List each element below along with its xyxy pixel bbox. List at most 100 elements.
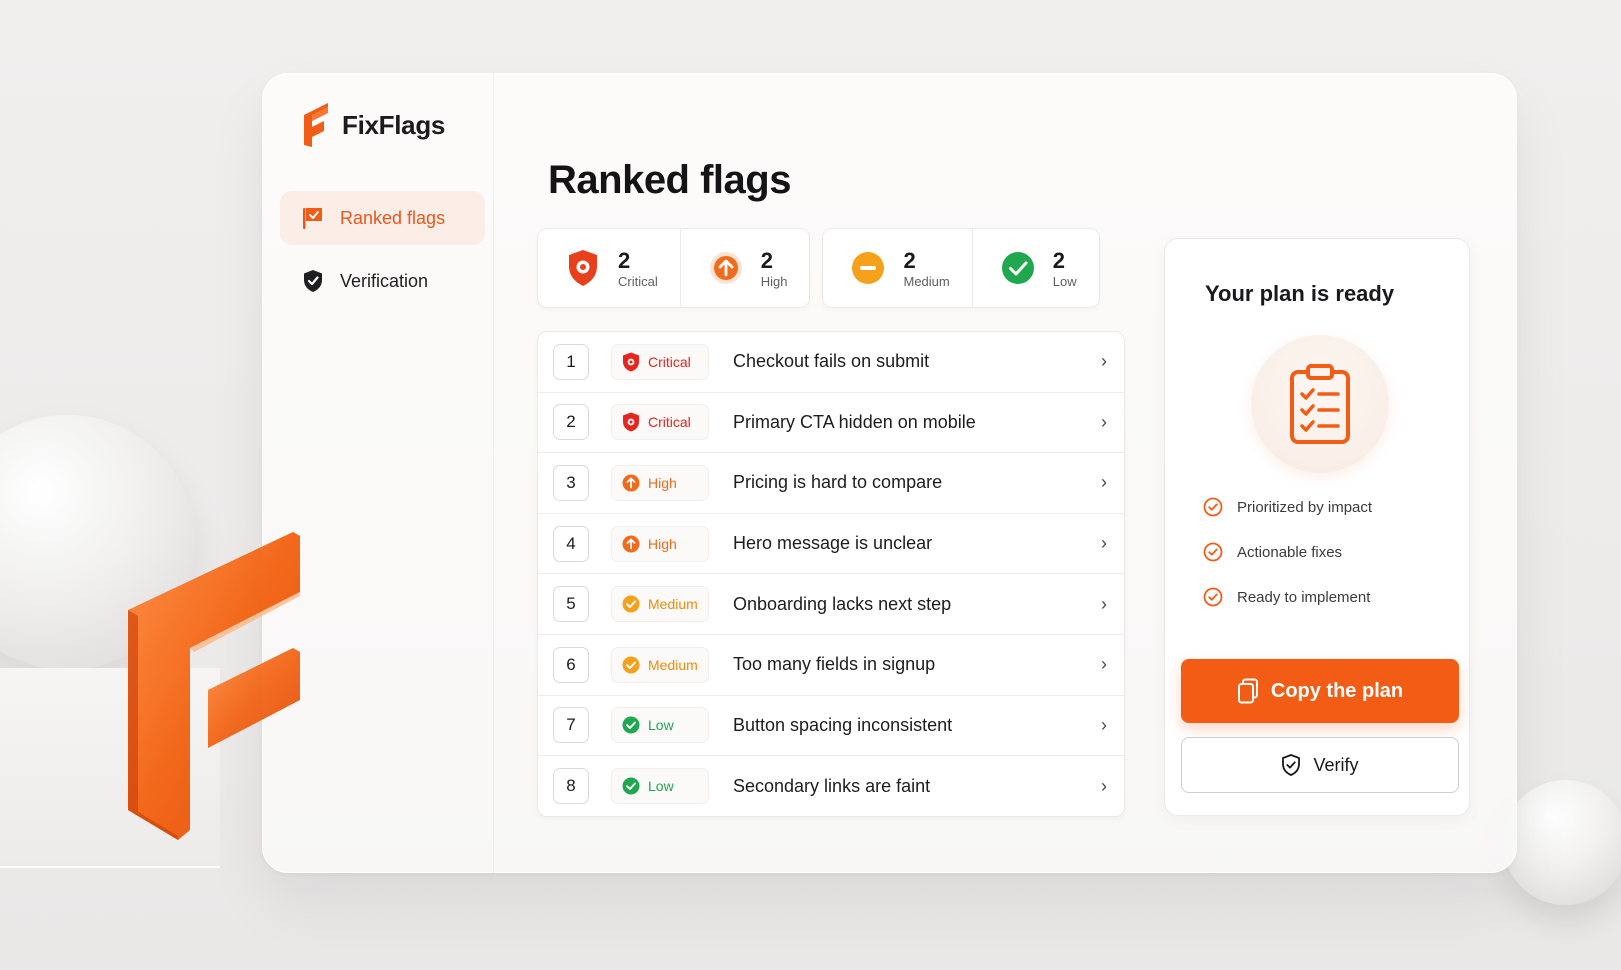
- rank-number: 3: [553, 464, 589, 501]
- severity-badge: Low: [611, 707, 709, 744]
- flag-row[interactable]: 6 Medium Too many fields in signup ›: [538, 635, 1124, 696]
- app-name: FixFlags: [342, 109, 446, 140]
- arrow-up-circle-icon: [622, 535, 640, 553]
- severity-label: High: [648, 474, 677, 491]
- severity-label: Medium: [648, 656, 698, 673]
- severity-badge: Critical: [611, 404, 709, 441]
- severity-label: Low: [648, 717, 674, 734]
- severity-badge: Medium: [611, 646, 709, 683]
- severity-label: Low: [648, 778, 674, 795]
- stat-count: 2: [760, 247, 773, 273]
- shield-check-icon: [304, 270, 322, 292]
- rank-number: 5: [553, 586, 589, 623]
- chevron-right-icon: ›: [1101, 654, 1107, 675]
- minus-circle-icon: [852, 252, 885, 284]
- flag-row[interactable]: 2 Critical Primary CTA hidden on mobile …: [538, 393, 1124, 454]
- severity-label: High: [648, 535, 677, 552]
- benefit-item: Actionable fixes: [1203, 542, 1342, 562]
- flag-title: Primary CTA hidden on mobile: [733, 411, 976, 432]
- stat-group: 2 Critical 2 High: [537, 228, 811, 308]
- severity-label: Critical: [648, 414, 691, 431]
- flag-row[interactable]: 1 Critical Checkout fails on submit ›: [538, 332, 1124, 393]
- severity-badge: Medium: [611, 586, 709, 623]
- stat-label: Critical: [618, 273, 658, 289]
- flag-row[interactable]: 3 High Pricing is hard to compare ›: [538, 453, 1124, 514]
- badge-check-icon: [1203, 497, 1223, 517]
- flag-row[interactable]: 5 Medium Onboarding lacks next step ›: [538, 574, 1124, 635]
- rank-number: 7: [553, 707, 589, 744]
- verify-button[interactable]: Verify: [1181, 737, 1459, 793]
- chevron-right-icon: ›: [1101, 714, 1107, 735]
- copy-plan-label: Copy the plan: [1270, 679, 1404, 702]
- benefit-label: Ready to implement: [1237, 588, 1371, 606]
- check-circle-icon: [622, 595, 640, 613]
- flag-row[interactable]: 8 Low Secondary links are faint ›: [538, 756, 1124, 816]
- chevron-right-icon: ›: [1101, 351, 1107, 372]
- chevron-right-icon: ›: [1101, 533, 1107, 554]
- check-circle-icon: [622, 716, 640, 734]
- stat-label: High: [760, 273, 788, 289]
- verify-label: Verify: [1313, 754, 1359, 775]
- copy-plan-button[interactable]: Copy the plan: [1181, 659, 1459, 723]
- severity-badge: Critical: [611, 343, 709, 380]
- stat-count: 2: [618, 247, 631, 273]
- severity-label: Medium: [648, 596, 698, 613]
- severity-label: Critical: [648, 353, 691, 370]
- check-circle-icon: [622, 656, 640, 674]
- check-circle-icon: [1001, 252, 1034, 284]
- stat-count: 2: [1052, 247, 1065, 273]
- flag-title: Too many fields in signup: [733, 654, 936, 675]
- brand: FixFlags: [302, 101, 445, 149]
- arrow-up-circle-icon: [622, 474, 640, 492]
- decorative-sphere-right: [1503, 780, 1621, 905]
- fixflags-3d-logo-icon: [128, 532, 300, 840]
- arrow-up-circle-icon: [709, 252, 742, 284]
- flag-icon: [303, 208, 322, 229]
- rank-number: 8: [553, 768, 589, 805]
- plan-card: Your plan is ready Prioritized by impact…: [1164, 238, 1470, 816]
- flag-title: Onboarding lacks next step: [733, 593, 952, 614]
- stat-high[interactable]: 2 High: [679, 229, 810, 307]
- check-circle-icon: [622, 777, 640, 795]
- rank-number: 6: [553, 646, 589, 683]
- fixflags-logo-icon: [304, 103, 328, 147]
- flag-title: Button spacing inconsistent: [733, 714, 953, 735]
- stat-label: Low: [1052, 273, 1077, 289]
- severity-badge: Low: [611, 768, 709, 805]
- page-title: Ranked flags: [548, 158, 791, 202]
- flag-title: Pricing is hard to compare: [733, 472, 943, 493]
- flag-row[interactable]: 7 Low Button spacing inconsistent ›: [538, 696, 1124, 757]
- severity-badge: High: [611, 464, 709, 501]
- flags-list: 1 Critical Checkout fails on submit › 2 …: [537, 331, 1125, 817]
- copy-icon: [1237, 678, 1258, 704]
- flag-title: Checkout fails on submit: [733, 351, 930, 372]
- plan-title: Your plan is ready: [1205, 281, 1395, 306]
- shield-check-icon: [1282, 754, 1301, 776]
- rank-number: 1: [553, 343, 589, 380]
- sidebar-item-verification[interactable]: Verification: [280, 254, 485, 308]
- stat-medium[interactable]: 2 Medium: [823, 229, 971, 307]
- rank-number: 4: [553, 525, 589, 562]
- shield-alert-icon: [623, 352, 639, 372]
- badge-check-icon: [1203, 587, 1223, 607]
- benefit-label: Prioritized by impact: [1237, 498, 1373, 516]
- flag-title: Hero message is unclear: [733, 533, 933, 554]
- stat-critical[interactable]: 2 Critical: [538, 229, 680, 307]
- stat-label: Medium: [903, 273, 950, 289]
- stat-low[interactable]: 2 Low: [971, 229, 1099, 307]
- benefit-label: Actionable fixes: [1237, 543, 1343, 561]
- badge-check-icon: [1203, 542, 1223, 562]
- plan-illustration: [1251, 335, 1389, 473]
- sidebar-item-label: Ranked flags: [340, 207, 446, 228]
- shield-alert-icon: [569, 250, 597, 286]
- flag-row[interactable]: 4 High Hero message is unclear ›: [538, 514, 1124, 575]
- rank-number: 2: [553, 404, 589, 441]
- sidebar-item-ranked-flags[interactable]: Ranked flags: [280, 191, 485, 245]
- sidebar-item-label: Verification: [340, 270, 429, 291]
- severity-badge: High: [611, 525, 709, 562]
- shield-alert-icon: [623, 412, 639, 432]
- chevron-right-icon: ›: [1101, 775, 1107, 796]
- clipboard-checklist-icon: [1290, 364, 1350, 444]
- flag-title: Secondary links are faint: [733, 775, 931, 796]
- benefit-item: Ready to implement: [1203, 587, 1370, 607]
